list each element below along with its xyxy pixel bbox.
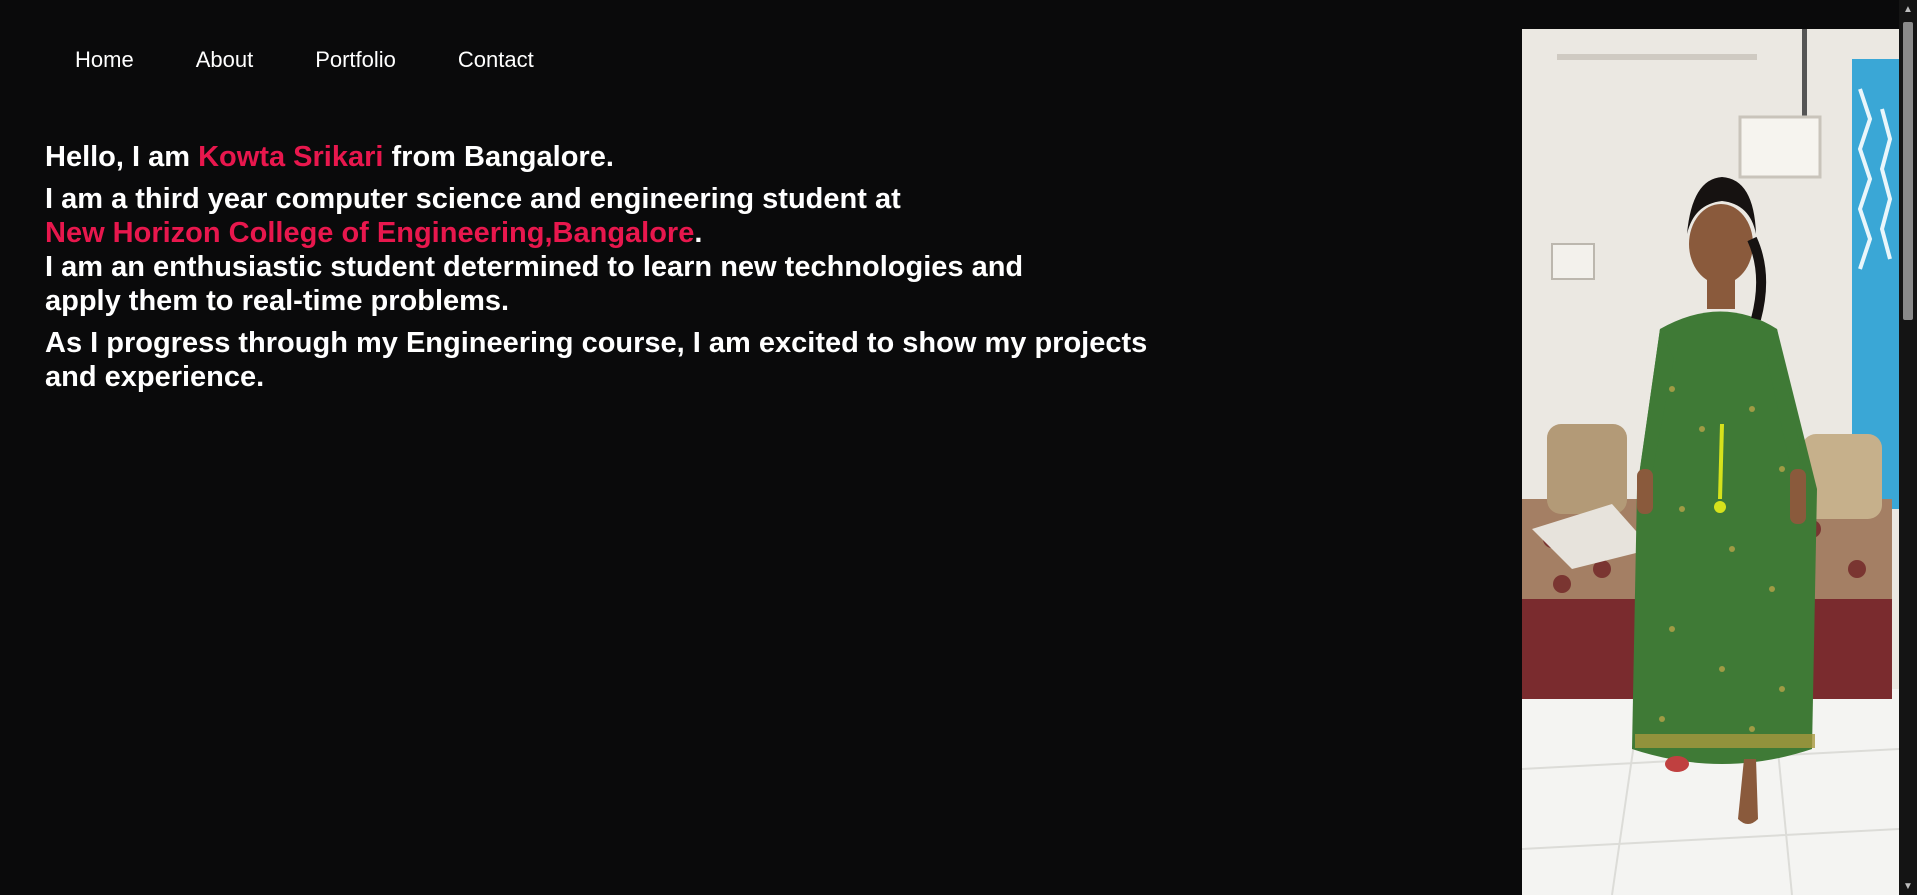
college-highlight: New Horizon College of Engineering,Banga… <box>45 217 695 249</box>
vertical-scrollbar[interactable]: ▲ ▼ <box>1899 0 1917 895</box>
nav-home-link[interactable]: Home <box>0 46 165 74</box>
greeting-line: Hello, I am Kowta Srikari from Bangalore… <box>45 140 1245 174</box>
student-line: I am a third year computer science and e… <box>45 183 901 215</box>
enthusiasm-line-2: apply them to real-time problems. <box>45 285 510 317</box>
college-suffix: . <box>694 217 703 249</box>
college-line: New Horizon College of Engineering,Banga… <box>45 216 1245 250</box>
greeting-suffix: from Bangalore. <box>383 141 614 173</box>
name-highlight: Kowta Srikari <box>198 141 384 173</box>
progress-line-2: and experience. <box>45 361 265 393</box>
scroll-up-icon[interactable]: ▲ <box>1899 0 1917 18</box>
page: Home About Portfolio Contact Hello, I am… <box>0 0 1917 895</box>
profile-photo <box>1522 29 1899 895</box>
intro-section: Hello, I am Kowta Srikari from Bangalore… <box>45 140 1245 394</box>
nav-portfolio-link[interactable]: Portfolio <box>284 46 427 74</box>
nav-about-link[interactable]: About <box>165 46 285 74</box>
scroll-down-icon[interactable]: ▼ <box>1899 877 1917 895</box>
greeting-prefix: Hello, I am <box>45 141 199 173</box>
enthusiasm-line-1: I am an enthusiastic student determined … <box>45 251 1024 283</box>
profile-photo-illustration <box>1522 29 1899 895</box>
progress-line-1: As I progress through my Engineering cou… <box>45 327 1148 359</box>
nav-contact-link[interactable]: Contact <box>427 46 565 74</box>
top-nav: Home About Portfolio Contact <box>0 46 565 74</box>
scroll-thumb[interactable] <box>1903 22 1913 320</box>
